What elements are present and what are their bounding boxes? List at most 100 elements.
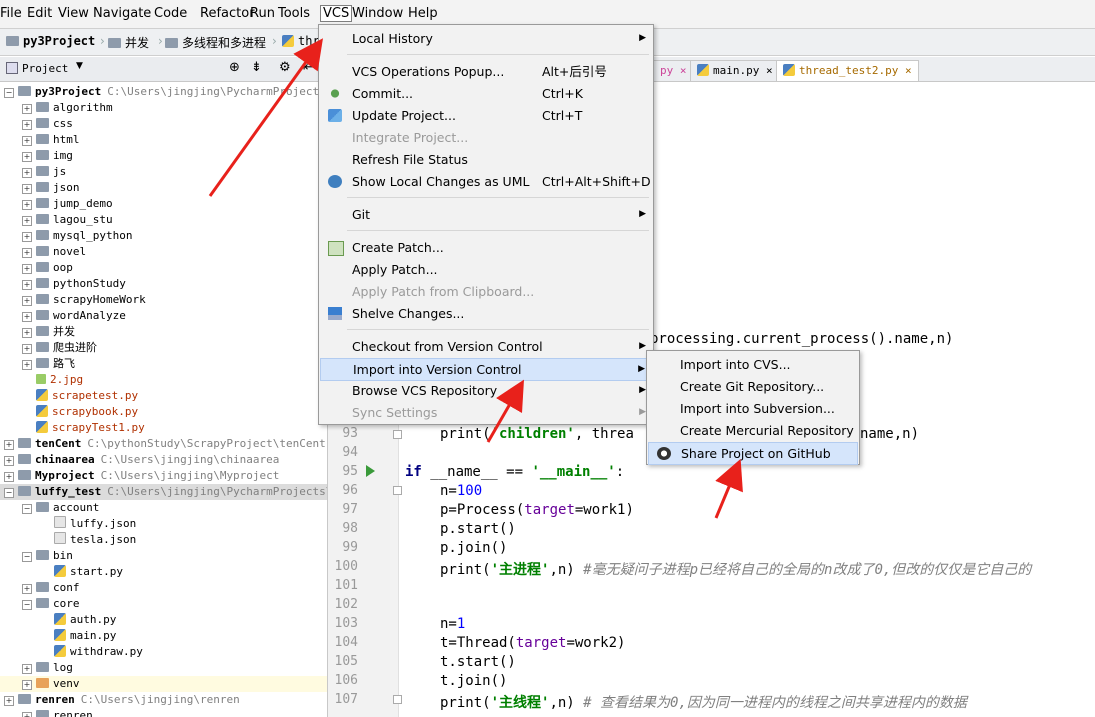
breadcrumb-item-subfolder[interactable]: 多线程和多进程 <box>165 34 266 51</box>
submenu-item-create-mercurial-repository[interactable]: Create Mercurial Repository <box>648 420 858 441</box>
breadcrumb-item-file[interactable]: thr <box>282 34 320 48</box>
tree-node[interactable]: + novel <box>0 244 327 260</box>
collapse-icon[interactable]: ⇟ <box>251 60 262 75</box>
collapse-toggle-icon[interactable]: − <box>4 88 14 98</box>
fold-marker-icon[interactable] <box>393 486 402 495</box>
breadcrumb-item-project[interactable]: py3Project <box>6 34 95 48</box>
expand-toggle-icon[interactable]: + <box>4 440 14 450</box>
fold-marker-icon[interactable] <box>393 695 402 704</box>
tree-node[interactable]: + 路飞 <box>0 356 327 372</box>
expand-toggle-icon[interactable]: + <box>4 472 14 482</box>
tree-node[interactable]: + mysql_python <box>0 228 327 244</box>
tree-node[interactable]: + venv <box>0 676 327 692</box>
expand-toggle-icon[interactable]: + <box>22 232 32 242</box>
tree-node[interactable]: main.py <box>0 628 327 644</box>
tab-main-py[interactable]: main.py × <box>690 60 780 81</box>
tree-node[interactable]: + renren C:\Users\jingjing\renren <box>0 692 327 708</box>
tree-node[interactable]: + lagou_stu <box>0 212 327 228</box>
collapse-toggle-icon[interactable]: − <box>22 504 32 514</box>
menu-item-apply-patch[interactable]: Apply Patch... <box>320 259 652 280</box>
expand-toggle-icon[interactable]: + <box>22 344 32 354</box>
tree-node[interactable]: + Myproject C:\Users\jingjing\Myproject <box>0 468 327 484</box>
menu-help[interactable]: Help <box>408 6 438 21</box>
menu-code[interactable]: Code <box>154 6 187 21</box>
tree-node[interactable]: − luffy_test C:\Users\jingjing\PycharmProj… <box>0 484 327 500</box>
tree-node[interactable]: scrapyTest1.py <box>0 420 327 436</box>
menu-run[interactable]: Run <box>250 6 275 21</box>
breadcrumb-item-folder[interactable]: 并发 <box>108 34 149 51</box>
submenu-item-create-git-repository[interactable]: Create Git Repository... <box>648 376 858 397</box>
tab-thread-test2-py[interactable]: thread_test2.py × <box>776 60 919 81</box>
menu-item-refresh-file-status[interactable]: Refresh File Status <box>320 149 652 170</box>
tree-node[interactable]: − py3Project C:\Users\jingjing\PycharmProj… <box>0 84 327 100</box>
menu-item-local-history[interactable]: Local History ▶ <box>320 28 652 49</box>
tree-node[interactable]: luffy.json <box>0 516 327 532</box>
tree-node[interactable]: − core <box>0 596 327 612</box>
expand-toggle-icon[interactable]: + <box>22 184 32 194</box>
expand-toggle-icon[interactable]: + <box>22 280 32 290</box>
menu-item-create-patch[interactable]: Create Patch... <box>320 237 652 258</box>
menu-vcs[interactable]: VCS <box>320 5 353 22</box>
menu-item-update-project[interactable]: Update Project... Ctrl+T <box>320 105 652 126</box>
tree-node[interactable]: + css <box>0 116 327 132</box>
menu-file[interactable]: File <box>0 6 22 21</box>
tree-node[interactable]: + chinaarea C:\Users\jingjing\chinaarea <box>0 452 327 468</box>
menu-item-shelve-changes[interactable]: Shelve Changes... <box>320 303 652 324</box>
collapse-toggle-icon[interactable]: − <box>22 600 32 610</box>
tree-node[interactable]: auth.py <box>0 612 327 628</box>
tree-node[interactable]: start.py <box>0 564 327 580</box>
menu-edit[interactable]: Edit <box>27 6 52 21</box>
tree-node[interactable]: + conf <box>0 580 327 596</box>
expand-toggle-icon[interactable]: + <box>22 216 32 226</box>
close-icon[interactable]: × <box>680 64 687 77</box>
tree-node[interactable]: + json <box>0 180 327 196</box>
tree-node[interactable]: scrapetest.py <box>0 388 327 404</box>
close-icon[interactable]: × <box>905 64 912 77</box>
menu-item-show-local-changes-as-uml[interactable]: Show Local Changes as UML Ctrl+Alt+Shift+… <box>320 171 652 192</box>
expand-toggle-icon[interactable]: + <box>22 104 32 114</box>
expand-toggle-icon[interactable]: + <box>22 248 32 258</box>
tree-node[interactable]: scrapybook.py <box>0 404 327 420</box>
menu-item-browse-vcs-repository[interactable]: Browse VCS Repository ▶ <box>320 380 652 401</box>
menu-view[interactable]: View <box>58 6 89 21</box>
expand-toggle-icon[interactable]: + <box>22 264 32 274</box>
expand-toggle-icon[interactable]: + <box>4 456 14 466</box>
tree-node[interactable]: + algorithm <box>0 100 327 116</box>
tree-node[interactable]: + html <box>0 132 327 148</box>
expand-toggle-icon[interactable]: + <box>22 136 32 146</box>
project-panel-title[interactable]: Project <box>22 62 68 75</box>
tree-node[interactable]: + pythonStudy <box>0 276 327 292</box>
tree-node[interactable]: + js <box>0 164 327 180</box>
run-icon[interactable] <box>366 465 375 477</box>
expand-toggle-icon[interactable]: + <box>22 152 32 162</box>
collapse-toggle-icon[interactable]: − <box>22 552 32 562</box>
tree-node[interactable]: tesla.json <box>0 532 327 548</box>
gear-icon[interactable]: ⚙ <box>279 60 291 75</box>
tree-node[interactable]: + oop <box>0 260 327 276</box>
expand-toggle-icon[interactable]: + <box>4 696 14 706</box>
chevron-down-icon[interactable]: ▼ <box>76 61 83 71</box>
expand-toggle-icon[interactable]: + <box>22 664 32 674</box>
menu-item-sync-settings[interactable]: Sync Settings ▶ <box>320 402 652 423</box>
tree-node[interactable]: + jump_demo <box>0 196 327 212</box>
tree-node[interactable]: + log <box>0 660 327 676</box>
tab-partial[interactable]: py × <box>654 60 694 81</box>
expand-toggle-icon[interactable]: + <box>22 120 32 130</box>
fold-marker-icon[interactable] <box>393 430 402 439</box>
tree-node[interactable]: + tenCent C:\pythonStudy\ScrapyProject\ten… <box>0 436 327 452</box>
submenu-item-share-project-on-github[interactable]: Share Project on GitHub <box>648 442 858 465</box>
tree-node[interactable]: + wordAnalyze <box>0 308 327 324</box>
collapse-toggle-icon[interactable]: − <box>4 488 14 498</box>
tree-node[interactable]: withdraw.py <box>0 644 327 660</box>
tree-node[interactable]: + scrapyHomeWork <box>0 292 327 308</box>
tree-node[interactable]: − bin <box>0 548 327 564</box>
menu-item-import-into-version-control[interactable]: Import into Version Control ▶ <box>320 358 652 381</box>
expand-toggle-icon[interactable]: + <box>22 168 32 178</box>
submenu-item-import-into-cvs[interactable]: Import into CVS... <box>648 354 858 375</box>
close-icon[interactable]: × <box>766 64 773 77</box>
expand-toggle-icon[interactable]: + <box>22 296 32 306</box>
menu-window[interactable]: Window <box>352 6 403 21</box>
expand-toggle-icon[interactable]: + <box>22 712 32 717</box>
menu-item-apply-patch-from-clipboard[interactable]: Apply Patch from Clipboard... <box>320 281 652 302</box>
menu-item-commit[interactable]: Commit... Ctrl+K <box>320 83 652 104</box>
